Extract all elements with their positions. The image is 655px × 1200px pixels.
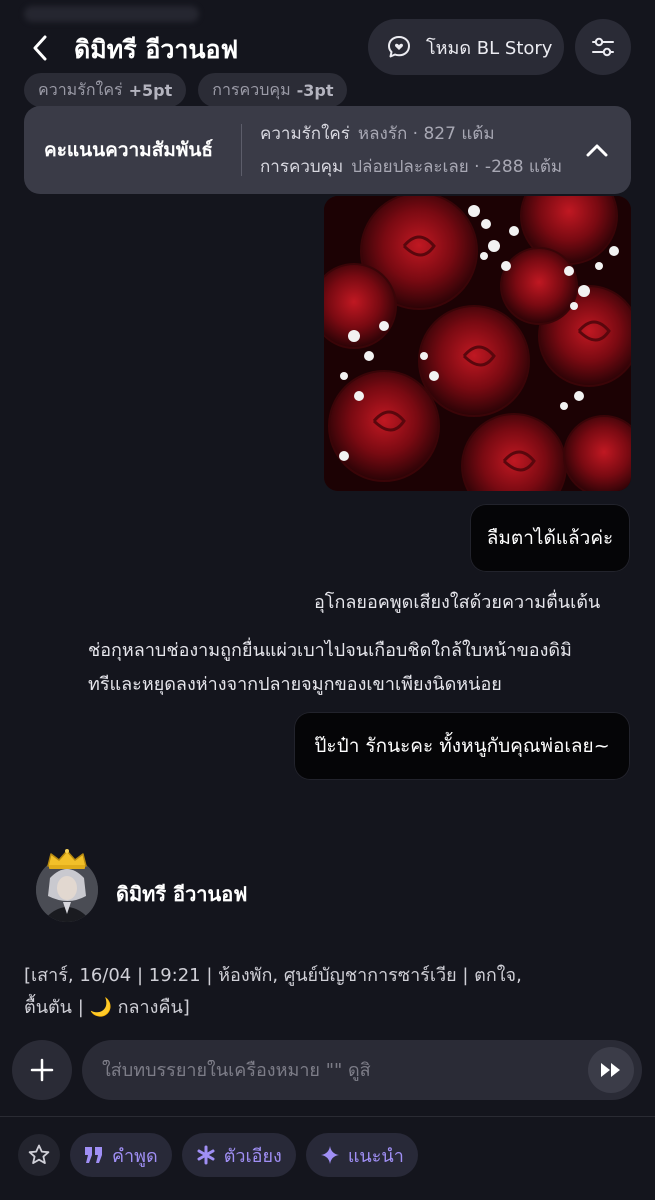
quote-icon	[85, 1147, 102, 1163]
favorite-button[interactable]	[18, 1134, 60, 1176]
affection-chip: ความรักใคร่ +5pt	[24, 73, 187, 107]
score-key: ความรักใคร่	[260, 124, 350, 144]
control-score-line: การควบคุม ปล่อยปละละเลย · -288 แต้ม	[260, 153, 562, 180]
narration-block: ช่อกุหลาบช่องามถูกยื่นแผ่วเบาไปจนเกือบชิ…	[88, 634, 648, 702]
format-toolbar: คำพูด ตัวเอียง แนะนำ	[18, 1133, 418, 1177]
narration-text-line: ทรีและหยุดลงห่างจากปลายจมูกของเขาเพียงนิ…	[88, 674, 502, 695]
roses-illustration	[324, 196, 631, 491]
star-icon	[28, 1144, 50, 1164]
quote-button[interactable]: คำพูด	[70, 1133, 172, 1177]
composer	[0, 1040, 655, 1102]
score-value: ปล่อยปละละเลย · -288 แต้ม	[351, 157, 563, 177]
plus-icon	[30, 1058, 54, 1082]
status-text-line: [เสาร์, 16/04 | 19:21 | ห้องพัก, ศูนย์บั…	[24, 965, 522, 986]
story-mode-button[interactable]: โหมด BL Story	[368, 19, 564, 75]
relationship-score-panel[interactable]: คะแนนความสัมพันธ์ ความรักใคร่ หลงรัก · 82…	[24, 106, 631, 194]
scene-status-line: [เสาร์, 16/04 | 19:21 | ห้องพัก, ศูนย์บั…	[24, 960, 624, 1024]
italic-label: ตัวเอียง	[223, 1145, 282, 1167]
asterisk-icon	[197, 1145, 215, 1165]
score-lines: ความรักใคร่ หลงรัก · 827 แต้ม การควบคุม ปล…	[242, 120, 562, 180]
user-message-bubble[interactable]: ป๊ะป๋า รักนะคะ ทั้งหนูกับคุณพ่อเลย~	[294, 712, 630, 780]
send-button[interactable]	[588, 1047, 634, 1093]
add-button[interactable]	[12, 1040, 72, 1100]
message-text: ป๊ะป๋า รักนะคะ ทั้งหนูกับคุณพ่อเลย~	[314, 735, 610, 757]
message-input-wrapper	[82, 1040, 642, 1100]
narration-line: อุโกลยอคพูดเสียงใสด้วยความตื่นเต้น	[314, 586, 600, 620]
message-text: ลืมตาได้แล้วค่ะ	[486, 527, 614, 549]
quote-label: คำพูด	[112, 1145, 158, 1167]
fast-forward-icon	[601, 1063, 620, 1077]
score-value: หลงรัก · 827 แต้ม	[357, 124, 495, 144]
suggest-label: แนะนำ	[347, 1145, 404, 1167]
chat-heart-icon	[388, 36, 410, 58]
back-button[interactable]	[22, 28, 58, 68]
chip-value: -3pt	[296, 80, 334, 100]
chip-label: ความรักใคร่	[38, 79, 123, 99]
score-key: การควบคุม	[260, 157, 344, 177]
narration-text-line: ช่อกุหลาบช่องามถูกยื่นแผ่วเบาไปจนเกือบชิ…	[88, 640, 572, 661]
user-message-bubble[interactable]: ลืมตาได้แล้วค่ะ	[470, 504, 630, 572]
suggest-button[interactable]: แนะนำ	[305, 1133, 418, 1177]
chevron-left-icon	[33, 35, 47, 61]
sliders-icon	[592, 37, 614, 57]
control-chip: การควบคุม -3pt	[198, 73, 348, 107]
score-panel-title: คะแนนความสัมพันธ์	[44, 139, 213, 161]
settings-button[interactable]	[575, 19, 631, 75]
sparkle-icon	[320, 1146, 339, 1164]
status-text-line: ตื้นตัน | 🌙 กลางคืน]	[24, 997, 190, 1018]
top-bar: ดิมิทรี อีวานอฟ โหมด BL Story	[0, 18, 655, 78]
affection-score-line: ความรักใคร่ หลงรัก · 827 แต้ม	[260, 120, 562, 147]
chip-label: การควบคุม	[212, 79, 291, 99]
italic-button[interactable]: ตัวเอียง	[181, 1133, 296, 1177]
mode-label: โหมด BL Story	[426, 37, 553, 59]
message-input[interactable]	[102, 1059, 572, 1081]
divider	[0, 1116, 655, 1117]
chip-value: +5pt	[128, 80, 173, 100]
score-change-chips: ความรักใคร่ +5pt การควบคุม -3pt	[24, 73, 348, 107]
collapse-button[interactable]	[581, 134, 613, 166]
narration-text: อุโกลยอคพูดเสียงใสด้วยความตื่นเต้น	[314, 592, 601, 613]
bot-name: ดิมิทรี อีวานอฟ	[116, 882, 248, 906]
chevron-up-icon	[586, 144, 608, 157]
rose-bouquet-image[interactable]	[324, 196, 631, 491]
character-name: ดิมิทรี อีวานอฟ	[74, 35, 239, 64]
crown-icon	[47, 849, 87, 869]
